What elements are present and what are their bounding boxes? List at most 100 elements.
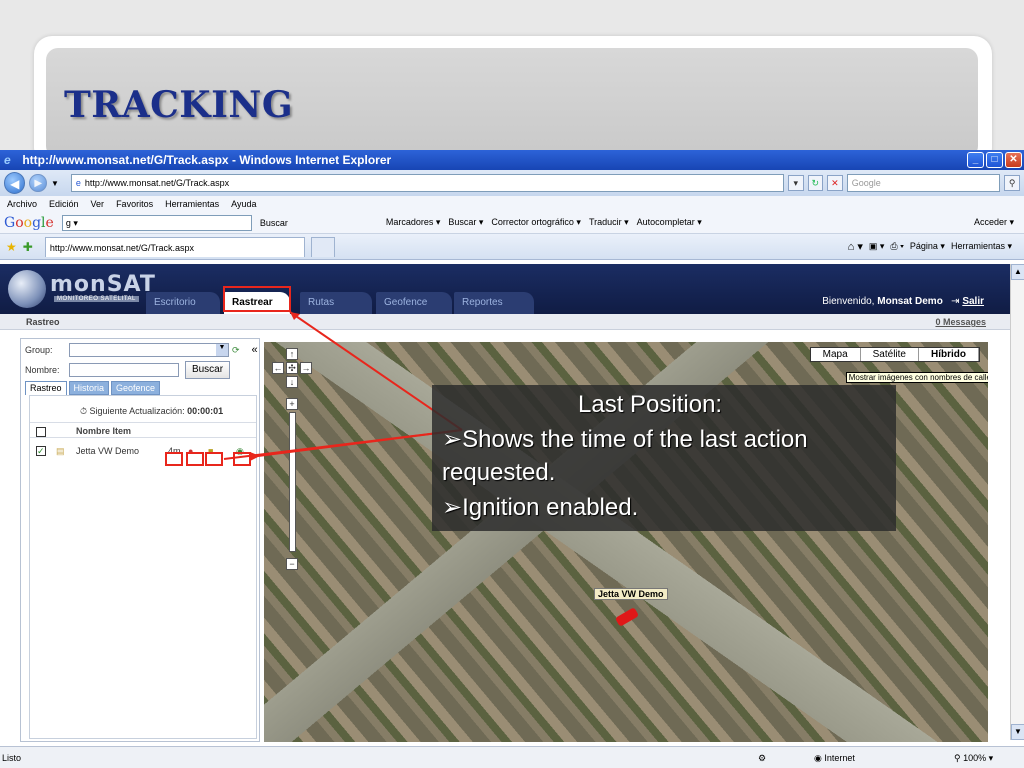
vehicle-icon: ▤ — [56, 446, 65, 456]
menu-bar: Archivo Edición Ver Favoritos Herramient… — [0, 196, 1024, 212]
annotation-box-status — [205, 452, 223, 466]
stop-icon[interactable]: ✕ — [827, 175, 843, 191]
scroll-up-icon[interactable]: ▲ — [1011, 264, 1024, 280]
url-text: http://www.monsat.net/G/Track.aspx — [84, 178, 230, 188]
callout-title: Last Position: — [578, 391, 723, 418]
ie-icon: e — [4, 153, 11, 167]
traducir-button[interactable]: Traducir ▾ — [589, 217, 629, 228]
item-name: Jetta VW Demo — [76, 446, 140, 456]
tab-reportes[interactable]: Reportes — [454, 292, 534, 314]
zone-indicator: ◉ Internet — [814, 753, 855, 763]
favorites-star-icon[interactable]: ★ — [6, 240, 17, 254]
section-title: Rastreo — [26, 317, 60, 327]
buscar-button[interactable]: Buscar — [185, 361, 230, 379]
tab-rutas[interactable]: Rutas — [300, 292, 372, 314]
tab-title: http://www.monsat.net/G/Track.aspx — [49, 242, 195, 253]
address-bar: ◀ ▶ ▼ e http://www.monsat.net/G/Track.as… — [0, 170, 1024, 196]
home-icon[interactable]: ⌂ ▾ — [848, 240, 863, 253]
pan-down-icon[interactable]: ↓ — [286, 376, 298, 388]
security-icon: ⚙ — [758, 753, 767, 763]
collapse-panel-button[interactable]: « — [252, 344, 258, 356]
url-input[interactable]: e http://www.monsat.net/G/Track.aspx — [70, 174, 784, 192]
close-button[interactable]: ✕ — [1005, 152, 1022, 168]
column-nombre-item: Nombre Item — [76, 426, 132, 436]
list-header: Nombre Item — [30, 422, 256, 438]
update-countdown: 00:00:01 — [187, 406, 224, 416]
minimize-button[interactable]: _ — [967, 152, 984, 168]
name-input[interactable] — [69, 363, 179, 377]
search-icon[interactable]: ⚲ — [1004, 175, 1021, 191]
select-all-checkbox[interactable] — [36, 427, 46, 437]
map-tooltip: Mostrar imágenes con nombres de calle — [845, 372, 988, 383]
url-dropdown-icon[interactable]: ▾ — [787, 175, 804, 191]
name-label: Nombre: — [25, 365, 60, 375]
zoom-in-button[interactable]: + — [286, 398, 298, 410]
pagina-menu[interactable]: Página ▾ — [910, 241, 945, 252]
page-scrollbar[interactable]: ▲ ▼ — [1010, 264, 1024, 740]
map-type-hibrido[interactable]: Híbrido — [919, 348, 979, 361]
google-search-input[interactable]: g ▾ — [61, 214, 252, 231]
tracking-panel: Group: ▼ ⟳ « Nombre: Buscar Rastreo Hist… — [20, 338, 260, 742]
refresh-icon[interactable]: ↻ — [807, 175, 824, 191]
scroll-down-icon[interactable]: ▼ — [1011, 724, 1024, 740]
menu-favoritos[interactable]: Favoritos — [116, 199, 153, 209]
window-titlebar: e http://www.monsat.net/G/Track.aspx - W… — [0, 150, 1024, 170]
menu-ayuda[interactable]: Ayuda — [231, 199, 256, 209]
google-buscar-button[interactable]: Buscar — [260, 218, 288, 228]
app-header: monSAT MONITOREO SATELITAL Escritorio Ra… — [0, 264, 1010, 314]
map-type-satelite[interactable]: Satélite — [861, 348, 919, 361]
next-update: ⏱ Siguiente Actualización: 00:00:01 — [80, 406, 224, 416]
pan-left-icon[interactable]: ← — [272, 362, 284, 374]
zoom-level[interactable]: ⚲ 100% ▾ — [954, 747, 993, 768]
forward-button[interactable]: ▶ — [29, 174, 47, 192]
window-title: http://www.monsat.net/G/Track.aspx - Win… — [22, 153, 392, 167]
pan-right-icon[interactable]: → — [300, 362, 312, 374]
marcadores-button[interactable]: Marcadores ▾ — [386, 217, 441, 228]
status-bar: Listo ⚙ ◉ Internet ⚲ 100% ▾ — [0, 746, 1024, 768]
group-select[interactable]: ▼ — [69, 343, 229, 357]
add-favorites-icon[interactable]: ✚ — [23, 240, 33, 254]
menu-edicion[interactable]: Edición — [49, 199, 79, 209]
menu-herramientas[interactable]: Herramientas — [165, 199, 219, 209]
pan-up-icon[interactable]: ↑ — [286, 348, 298, 360]
corrector-button[interactable]: Corrector ortográfico ▾ — [491, 217, 581, 228]
annotation-box-locate — [233, 452, 251, 466]
maximize-button[interactable]: □ — [986, 152, 1003, 168]
browser-search-input[interactable]: Google — [846, 174, 1001, 192]
new-tab-button[interactable] — [310, 236, 335, 257]
monsat-logo: monSAT MONITOREO SATELITAL — [8, 270, 155, 308]
menu-ver[interactable]: Ver — [91, 199, 105, 209]
acceder-button[interactable]: Acceder ▾ — [974, 217, 1014, 228]
logout-link[interactable]: Salir — [962, 296, 984, 307]
history-dropdown-icon[interactable]: ▼ — [51, 179, 59, 188]
autocompletar-button[interactable]: Autocompletar ▾ — [637, 217, 702, 228]
slide-title: TRACKING — [64, 84, 294, 126]
pan-center-icon[interactable]: ✣ — [286, 362, 298, 374]
refresh-icon[interactable]: ⟳ — [232, 345, 240, 356]
google-buscar2-button[interactable]: Buscar ▾ — [448, 217, 483, 228]
tracking-list: ⏱ Siguiente Actualización: 00:00:01 Nomb… — [29, 395, 257, 739]
messages-link[interactable]: 0 Messages — [935, 314, 986, 330]
page-icon: e — [75, 178, 81, 188]
map-type-mapa[interactable]: Mapa — [811, 348, 861, 361]
panel-tab-geofence[interactable]: Geofence — [111, 381, 161, 395]
zoom-out-button[interactable]: − — [286, 558, 298, 570]
user-name: Monsat Demo — [877, 296, 943, 307]
zoom-slider[interactable] — [289, 412, 296, 552]
item-checkbox[interactable] — [36, 442, 46, 460]
feeds-icon[interactable]: ▣ ▾ — [869, 241, 885, 252]
panel-tab-rastreo[interactable]: Rastreo — [25, 381, 67, 395]
panel-tab-historia[interactable]: Historia — [68, 381, 110, 395]
tab-escritorio[interactable]: Escritorio — [146, 292, 220, 314]
vehicle-marker-icon[interactable] — [614, 607, 640, 627]
herramientas-menu[interactable]: Herramientas ▾ — [951, 241, 1012, 252]
callout-line-1: ➢Shows the time of the last action — [442, 426, 808, 453]
print-icon[interactable]: ⎙ ▾ — [890, 241, 903, 252]
browser-tab[interactable]: http://www.monsat.net/G/Track.aspx — [44, 236, 305, 257]
logo-globe-icon — [8, 270, 46, 308]
tab-geofence[interactable]: Geofence — [376, 292, 452, 314]
vehicle-marker-label[interactable]: Jetta VW Demo — [594, 588, 668, 600]
tab-bar: ★ ✚ http://www.monsat.net/G/Track.aspx ⌂… — [0, 234, 1024, 260]
menu-archivo[interactable]: Archivo — [7, 199, 37, 209]
back-button[interactable]: ◀ — [4, 172, 26, 194]
